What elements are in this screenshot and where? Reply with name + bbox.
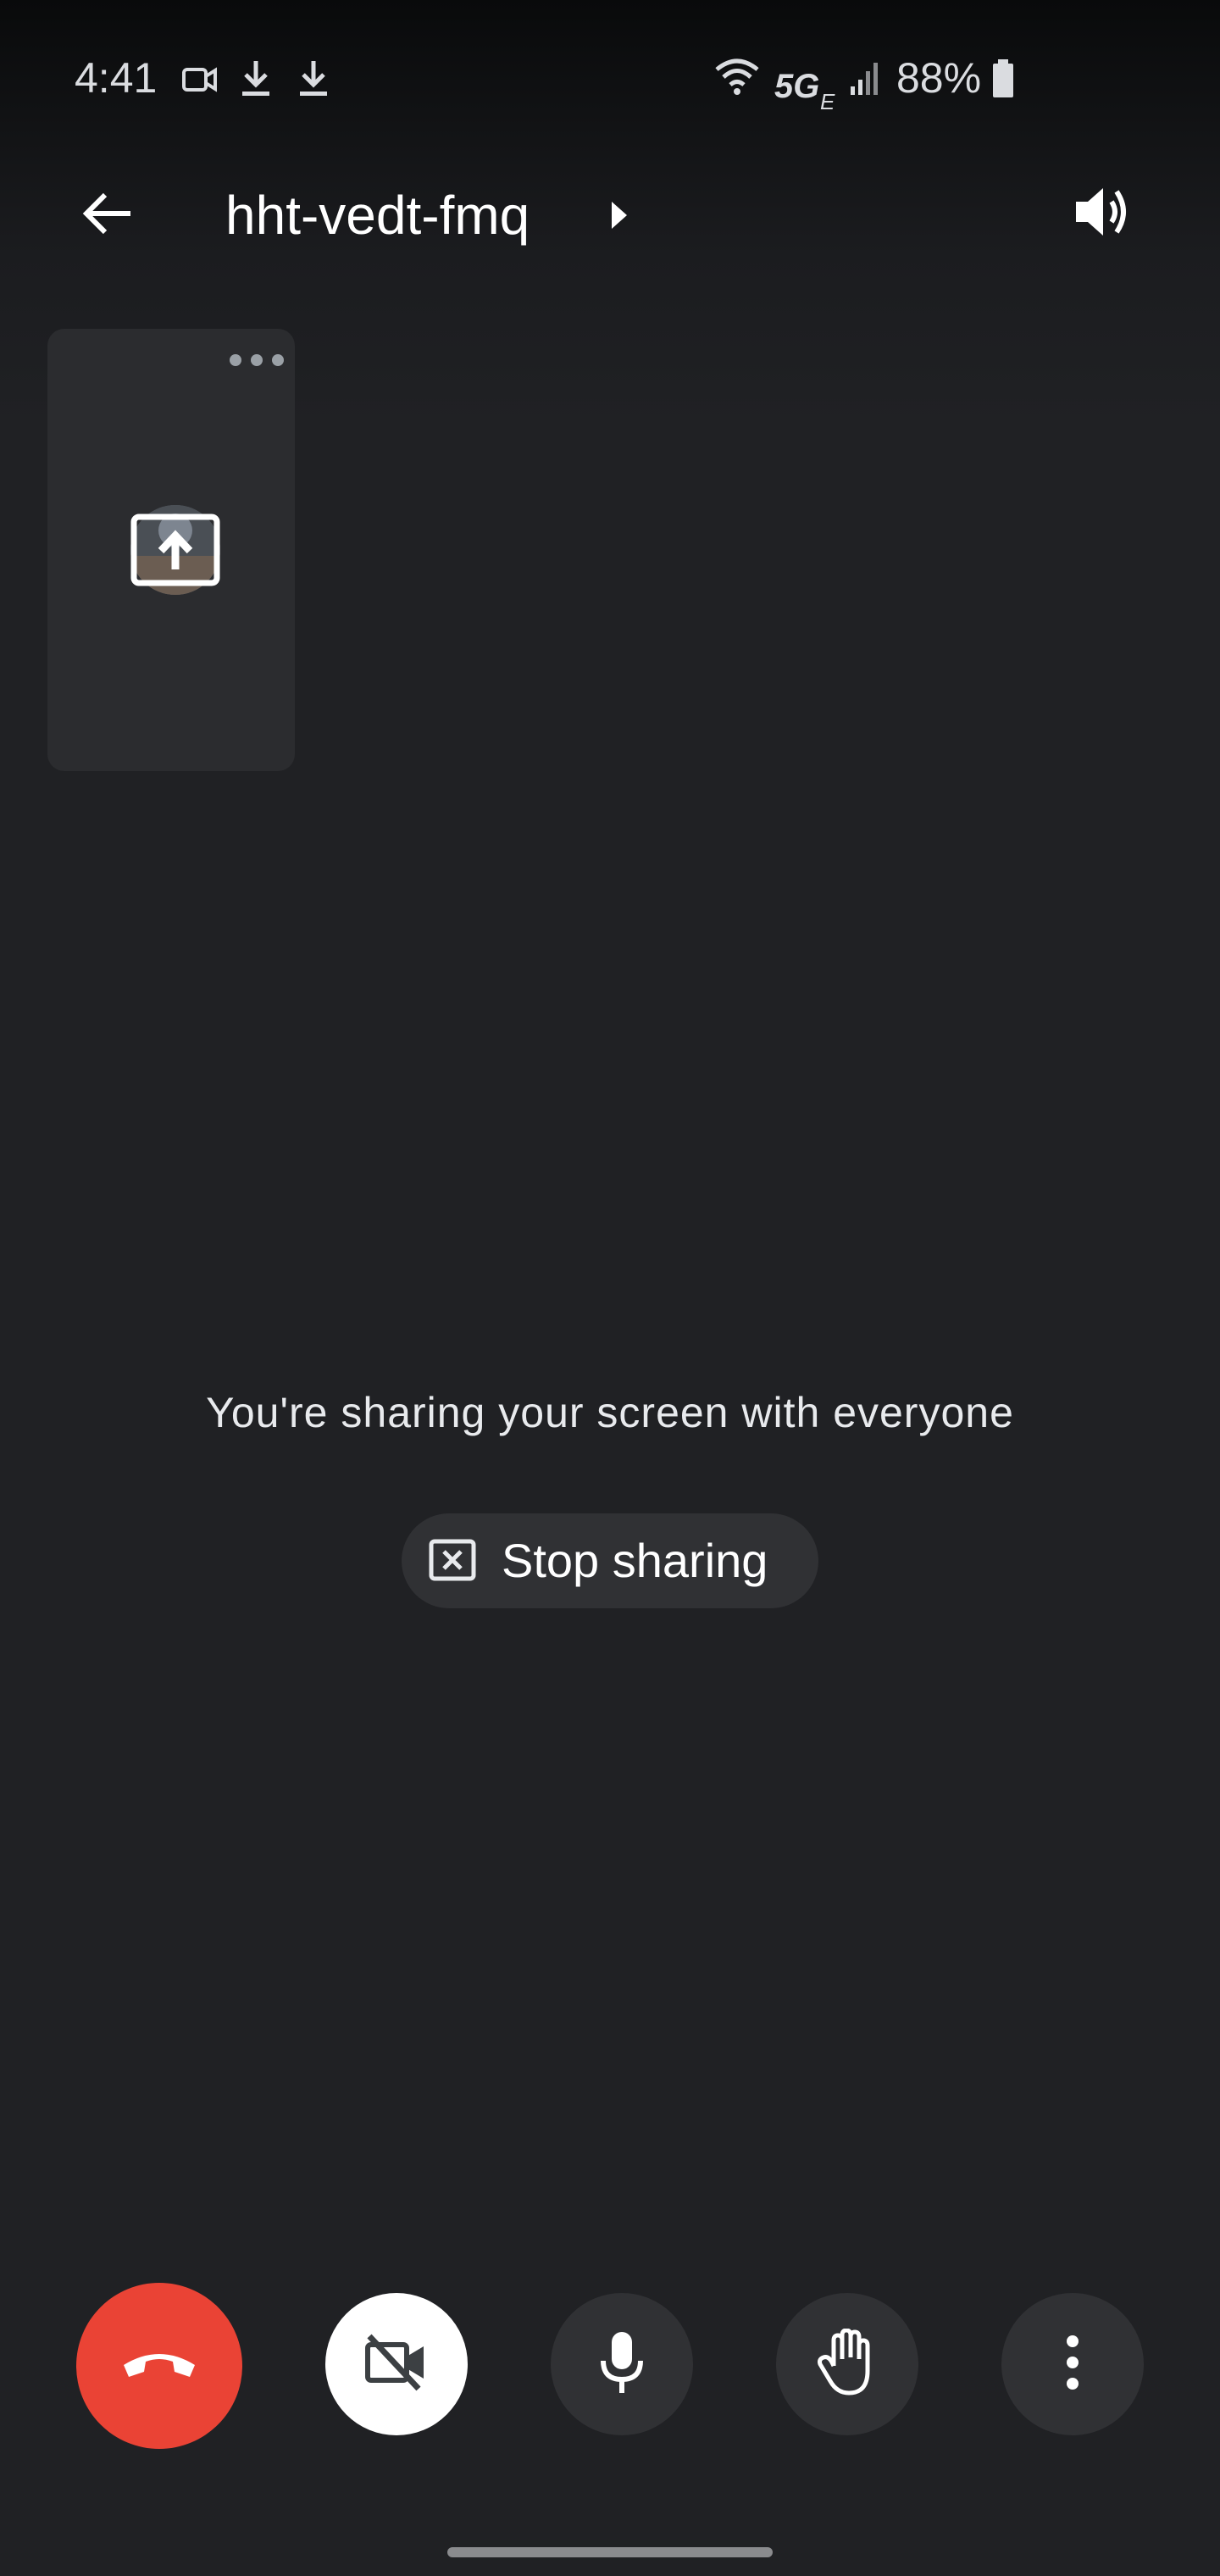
end-call-icon [119, 2343, 200, 2390]
video-camera-icon [181, 63, 219, 101]
stop-sharing-label: Stop sharing [502, 1534, 768, 1587]
app-bar: hht-vedt-fmq [0, 153, 1220, 271]
microphone-icon [598, 2330, 646, 2399]
more-vertical-icon [1064, 2333, 1081, 2396]
download-icon [297, 58, 330, 104]
stop-sharing-button[interactable]: Stop sharing [402, 1513, 818, 1608]
speaker-icon [1071, 181, 1132, 247]
self-participant-tile[interactable] [47, 329, 295, 771]
camera-toggle-button[interactable] [325, 2293, 468, 2435]
home-indicator[interactable] [447, 2547, 773, 2557]
microphone-button[interactable] [551, 2293, 693, 2435]
end-call-button[interactable] [76, 2283, 242, 2449]
status-time: 4:41 [75, 54, 158, 102]
status-bar: 4:41 5G E 88% [0, 0, 1220, 153]
meeting-code-title[interactable]: hht-vedt-fmq [225, 183, 530, 247]
download-icon [239, 58, 273, 104]
camera-off-icon [363, 2333, 430, 2396]
back-arrow-icon [80, 190, 134, 242]
stop-share-icon [429, 1539, 476, 1583]
battery-percent: 88% [896, 54, 982, 102]
raise-hand-button[interactable] [776, 2293, 918, 2435]
screen-share-icon [130, 514, 220, 594]
network-subtype: E [820, 89, 835, 114]
back-button[interactable] [71, 180, 142, 251]
more-options-button[interactable] [1001, 2293, 1144, 2435]
signal-icon [849, 59, 883, 101]
battery-icon [991, 59, 1015, 103]
share-status-message: You're sharing your screen with everyone [206, 1389, 1014, 1436]
chevron-right-icon[interactable] [607, 197, 632, 234]
raise-hand-icon [817, 2328, 878, 2401]
more-horizontal-icon[interactable] [227, 347, 286, 373]
audio-output-button[interactable] [1064, 176, 1139, 251]
wifi-icon [713, 56, 761, 101]
network-type: 5G [774, 68, 820, 105]
